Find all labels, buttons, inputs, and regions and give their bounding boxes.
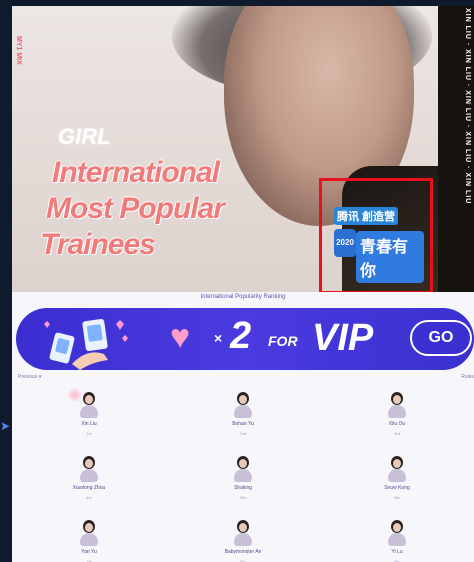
logo-badge: 2020	[334, 229, 356, 257]
previous-dropdown[interactable]: Previous ▾	[18, 374, 41, 380]
trainee-name: Xiaotong Zhou	[72, 485, 106, 491]
trainee-rank: 6th	[394, 495, 400, 500]
trainee-name: Xin Liu	[81, 421, 97, 427]
avatar	[232, 456, 254, 482]
banner-name-strip: XIN LIU · XIN LIU · XIN LIU · XIN LIU · …	[438, 6, 474, 292]
ranking-title: International Popularity Ranking	[200, 294, 286, 300]
trainee-name: Snow Kong	[384, 485, 410, 491]
avatar	[232, 520, 254, 546]
trainee-card[interactable]: Xilu Ou 3rd	[320, 386, 474, 448]
avatar	[78, 520, 100, 546]
vip-text: VIP	[312, 317, 374, 359]
go-button[interactable]: GO	[410, 320, 472, 356]
vip-multiplier: 2	[230, 315, 252, 357]
trainee-rank: 4th	[86, 495, 92, 500]
avatar	[386, 392, 408, 418]
trainee-name: Yi Lu	[391, 549, 403, 555]
logo-main-text: 青春有你	[356, 231, 424, 283]
trainee-name: Yan Yu	[81, 549, 97, 555]
rules-link[interactable]: Rules	[461, 374, 474, 380]
logo-top-text: 腾讯 創造营	[334, 207, 399, 225]
banner-small-title: GIRL	[58, 124, 111, 149]
trainee-name: Shaking	[233, 485, 253, 491]
trainee-card[interactable]: Xiaotong Zhou 4th	[12, 450, 166, 512]
trainee-card[interactable]: Babymonster An 8th	[166, 514, 320, 562]
trainee-rank: 2nd	[239, 431, 247, 436]
show-logo-highlight: 腾讯 創造营 2020 青春有你	[319, 178, 433, 292]
banner-side-tag: MY1 MIX	[15, 36, 22, 65]
avatar	[386, 520, 408, 546]
heart-icon: ♥	[170, 318, 191, 356]
trainee-rank: 1st	[86, 431, 92, 436]
avatar	[232, 392, 254, 418]
arrow-right-icon: ➤	[0, 419, 11, 433]
vip-banner[interactable]: ♥ × 2 FOR VIP GO	[16, 308, 474, 370]
trainee-card[interactable]: Xin Liu 1st	[12, 386, 166, 448]
trainee-name: Babymonster An	[224, 549, 262, 555]
app-viewport: XIN LIU · XIN LIU · XIN LIU · XIN LIU · …	[12, 6, 474, 562]
avatar	[386, 456, 408, 482]
trainee-card[interactable]: Yi Lu 9th	[320, 514, 474, 562]
list-header: Previous ▾ Rules	[12, 374, 474, 384]
banner-title-line-3: Trainees	[40, 228, 156, 261]
screen: ➤ XIN LIU · XIN LIU · XIN LIU · XIN LIU …	[0, 0, 474, 562]
banner-title-line-1: International	[52, 156, 220, 189]
trainee-rank: 5th	[240, 495, 246, 500]
banner-title-line-2: Most Popular	[46, 192, 225, 225]
vip-multiplier-sign: ×	[214, 330, 223, 346]
show-logo: 腾讯 創造营 2020 青春有你	[334, 207, 424, 283]
trainee-card[interactable]: Shaking 5th	[166, 450, 320, 512]
vip-for-text: FOR	[268, 333, 298, 349]
trainee-card[interactable]: Snow Kong 6th	[320, 450, 474, 512]
vote-card-illustration	[44, 319, 128, 370]
trainee-name: Bohan Yu	[232, 421, 254, 427]
trainee-card[interactable]: Yan Yu 7th	[12, 514, 166, 562]
avatar	[78, 456, 100, 482]
trainee-name: Xilu Ou	[388, 421, 406, 427]
trainee-card[interactable]: Bohan Yu 2nd	[166, 386, 320, 448]
avatar	[78, 392, 100, 418]
hero-banner[interactable]: XIN LIU · XIN LIU · XIN LIU · XIN LIU · …	[12, 6, 474, 292]
trainee-rank: 3rd	[394, 431, 400, 436]
